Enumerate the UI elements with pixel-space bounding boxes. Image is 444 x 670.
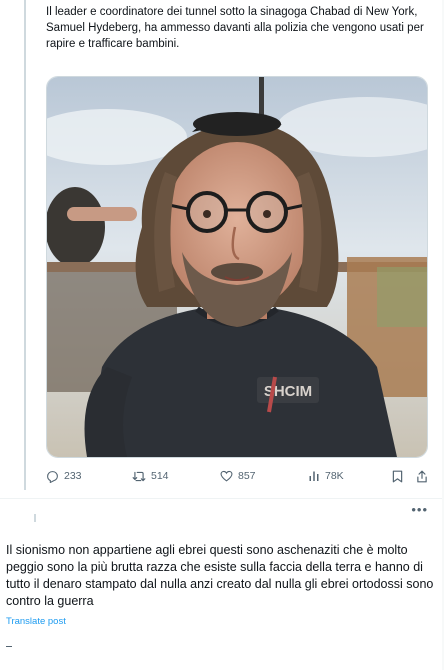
portrait-photo: SHCIM: [47, 77, 427, 457]
view-count: 78K: [325, 470, 344, 482]
retweet-icon: [132, 471, 146, 481]
reply-button[interactable]: 233: [46, 470, 82, 483]
reply-count: 233: [64, 470, 82, 482]
post-image[interactable]: SHCIM: [46, 76, 428, 458]
bookmark-button[interactable]: [392, 470, 403, 483]
like-count: 857: [238, 470, 256, 482]
like-button[interactable]: 857: [220, 470, 256, 482]
more-icon[interactable]: •••: [411, 502, 428, 517]
retweet-button[interactable]: 514: [132, 470, 169, 483]
views-chart-icon: [309, 471, 319, 481]
avatar-placeholder: [34, 514, 36, 522]
heart-icon: [220, 470, 233, 482]
views-button[interactable]: 78K: [308, 470, 344, 482]
divider: [6, 646, 12, 647]
reply-post[interactable]: ••• Il sionismo non appartiene agli ebre…: [0, 498, 444, 670]
reply-icon: [47, 470, 58, 483]
share-icon: [417, 470, 427, 482]
share-button[interactable]: [416, 470, 428, 483]
thread-line: [24, 0, 26, 490]
post-text: Il leader e coordinatore dei tunnel sott…: [46, 6, 424, 50]
retweet-count: 514: [151, 470, 169, 482]
bookmark-icon: [392, 470, 403, 482]
reply-text: Il sionismo non appartiene agli ebrei qu…: [6, 543, 434, 608]
translate-post-link[interactable]: Translate post: [6, 616, 66, 627]
quoted-post[interactable]: Il leader e coordinatore dei tunnel sott…: [0, 0, 444, 499]
action-bar: 233 514 857 78K: [46, 466, 428, 486]
